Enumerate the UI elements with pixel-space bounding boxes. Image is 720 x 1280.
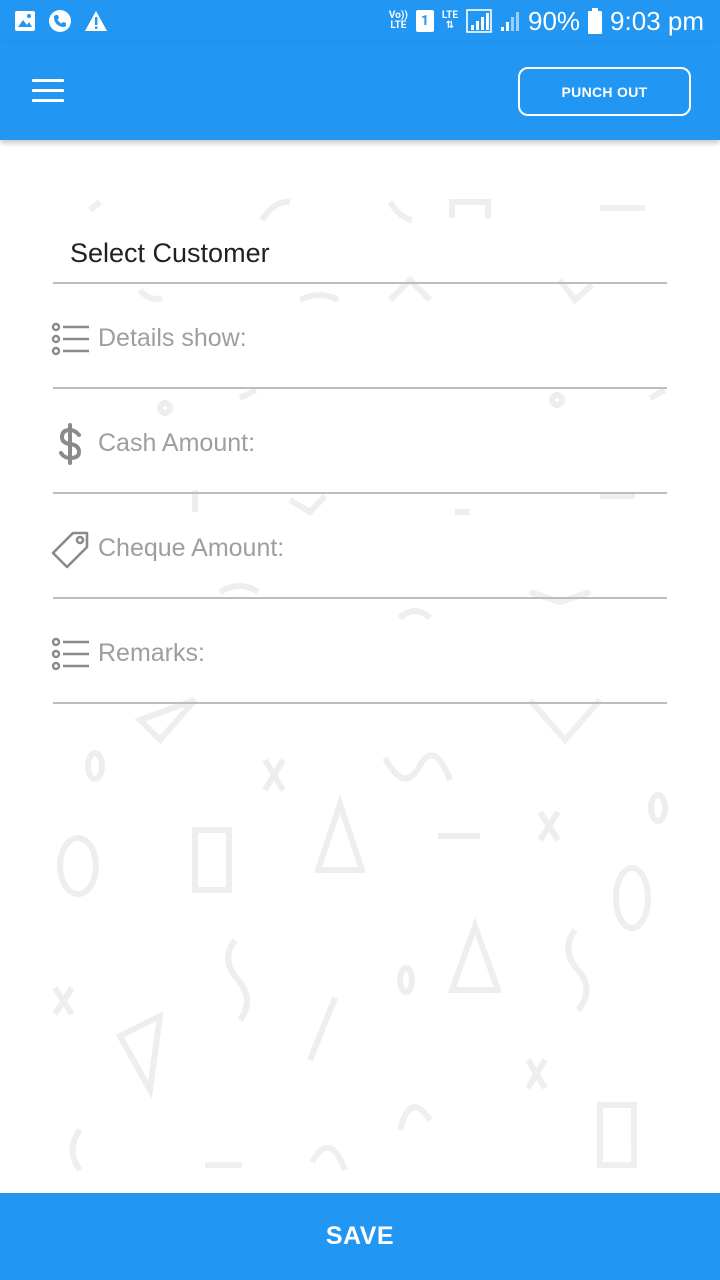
remarks-label: Remarks: <box>98 639 205 667</box>
list-icon <box>51 322 89 356</box>
app-toolbar: PUNCH OUT <box>0 42 720 140</box>
lte-arrows-icon: ⇅ <box>445 20 455 31</box>
volte-bottom-text: LTE <box>390 20 407 31</box>
status-left-icons <box>14 9 120 33</box>
hamburger-menu-icon[interactable] <box>28 73 68 109</box>
lte-indicator: LTE ⇅ <box>442 11 458 31</box>
status-right-icons: Vo)) LTE 1 LTE ⇅ 90% 9:03 pm <box>381 8 704 34</box>
sim-slot-icon: 1 <box>415 10 434 32</box>
details-show-label: Details show: <box>98 324 247 352</box>
dollar-icon <box>59 423 82 465</box>
save-button[interactable]: SAVE <box>0 1193 720 1280</box>
status-time: 9:03 pm <box>610 6 704 36</box>
punch-out-button[interactable]: PUNCH OUT <box>518 67 691 116</box>
warning-icon <box>85 11 107 31</box>
battery-icon <box>588 8 603 34</box>
tag-icon <box>51 531 89 569</box>
status-bar: Vo)) LTE 1 LTE ⇅ 90% 9:03 pm <box>0 0 720 42</box>
select-customer-dropdown[interactable]: Select Customer <box>53 224 667 284</box>
battery-percent: 90% <box>528 6 581 36</box>
cash-amount-field[interactable]: Cash Amount: <box>53 404 667 494</box>
cheque-amount-field[interactable]: Cheque Amount: <box>51 509 667 599</box>
signal-icon <box>466 9 492 33</box>
signal-secondary-icon <box>501 12 519 31</box>
volte-indicator: Vo)) LTE <box>389 11 408 31</box>
details-show-field[interactable]: Details show: <box>51 299 667 389</box>
sim-slot-number: 1 <box>420 13 429 29</box>
list-icon <box>51 637 89 671</box>
remarks-field[interactable]: Remarks: <box>51 614 667 704</box>
cash-amount-label: Cash Amount: <box>98 429 256 457</box>
select-customer-label: Select Customer <box>70 238 270 268</box>
cheque-amount-label: Cheque Amount: <box>98 534 285 562</box>
phone-icon <box>49 10 71 32</box>
gallery-icon <box>15 11 35 31</box>
